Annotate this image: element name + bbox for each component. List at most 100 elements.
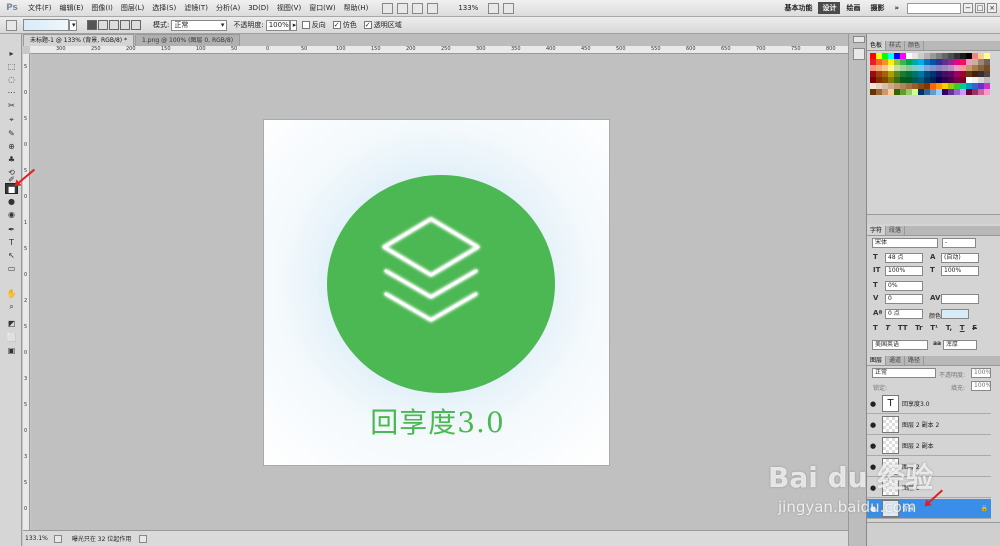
gradient-preview[interactable] xyxy=(23,19,69,31)
menu-image[interactable]: 图像(I) xyxy=(87,3,117,13)
minimize-icon[interactable]: − xyxy=(963,3,973,13)
leading-field[interactable]: (自动) xyxy=(941,253,979,263)
linear-gradient-icon[interactable] xyxy=(87,20,97,30)
quick-select-tool-icon[interactable]: ⋯ xyxy=(5,87,18,98)
minibridge-icon[interactable] xyxy=(397,2,409,14)
anti-alias-select[interactable]: 浑厚 xyxy=(943,340,977,350)
transparency-checkbox[interactable]: ✓ xyxy=(363,21,372,29)
status-info-icon[interactable] xyxy=(53,534,62,543)
status-zoom[interactable]: 133.1% xyxy=(25,535,48,542)
menu-analysis[interactable]: 分析(A) xyxy=(212,3,244,13)
menu-select[interactable]: 选择(S) xyxy=(148,3,180,13)
lasso-tool-icon[interactable]: ◌ xyxy=(5,74,18,85)
underline-icon[interactable]: T xyxy=(960,324,965,333)
vertical-scale-field[interactable]: 100% xyxy=(885,266,923,276)
zoom-tool-icon[interactable] xyxy=(427,2,439,14)
document-canvas[interactable]: 回享度3.0 xyxy=(263,119,610,466)
font-size-field[interactable]: 48 点 xyxy=(885,253,923,263)
menu-edit[interactable]: 编辑(E) xyxy=(56,3,88,13)
small-caps-icon[interactable]: Tr xyxy=(915,324,922,333)
menu-view[interactable]: 视图(V) xyxy=(273,3,305,13)
fill-field[interactable]: 100% xyxy=(971,381,991,391)
tab-paths[interactable]: 路径 xyxy=(905,356,925,365)
reflected-gradient-icon[interactable] xyxy=(120,20,130,30)
color-swatch[interactable] xyxy=(984,89,990,95)
kerning-field[interactable]: 0 xyxy=(885,294,923,304)
workspace-painting[interactable]: 绘画 xyxy=(842,2,864,14)
swatch-grid[interactable] xyxy=(870,53,994,104)
crop-tool-icon[interactable]: ✂ xyxy=(5,100,18,111)
menu-window[interactable]: 窗口(W) xyxy=(305,3,339,13)
close-icon[interactable]: × xyxy=(987,3,997,13)
visibility-eye-icon[interactable]: ● xyxy=(867,400,879,408)
language-select[interactable]: 美国英语 xyxy=(872,340,928,350)
type-tool-icon[interactable]: T xyxy=(5,237,18,248)
tab-1-png[interactable]: 1.png @ 100% (图层 0, RGB/8) xyxy=(135,34,241,46)
workspace-essentials[interactable]: 基本功能 xyxy=(780,2,816,14)
menu-filter[interactable]: 滤镜(T) xyxy=(180,3,212,13)
visibility-eye-icon[interactable]: ● xyxy=(867,442,879,450)
mode-select[interactable]: 正常 ▾ xyxy=(171,19,228,31)
hand-tool-icon[interactable] xyxy=(412,2,424,14)
tab-character[interactable]: 字符 xyxy=(867,226,887,235)
tab-layers[interactable]: 图层 xyxy=(867,356,887,365)
strikethrough-icon[interactable]: F xyxy=(972,324,977,333)
healing-tool-icon[interactable]: ✎ xyxy=(5,128,18,139)
all-caps-icon[interactable]: TT xyxy=(898,324,908,333)
tab-channels[interactable]: 通道 xyxy=(886,356,906,365)
quick-mask-icon[interactable]: ⬜ xyxy=(5,332,18,343)
workspace-design[interactable]: 设计 xyxy=(818,2,841,14)
marquee-tool-icon[interactable]: ⬚ xyxy=(5,61,18,72)
font-family-select[interactable]: 宋体 xyxy=(872,238,938,248)
dodge-tool-icon[interactable]: ◉ xyxy=(5,209,18,220)
workspace-photography[interactable]: 摄影 xyxy=(866,2,888,14)
text-color-swatch[interactable] xyxy=(941,309,969,319)
blur-tool-icon[interactable]: ● xyxy=(5,196,18,207)
tab-styles[interactable]: 样式 xyxy=(886,41,906,50)
subscript-icon[interactable]: T, xyxy=(946,324,952,333)
layer-opacity-field[interactable]: 100% xyxy=(971,368,991,378)
diamond-gradient-icon[interactable] xyxy=(131,20,141,30)
pen-tool-icon[interactable]: ✒ xyxy=(5,224,18,235)
faux-bold-icon[interactable]: T xyxy=(873,324,878,333)
tab-swatches[interactable]: 色板 xyxy=(867,41,887,50)
tracking-percent-field[interactable]: 0% xyxy=(885,281,923,291)
tool-preset-icon[interactable] xyxy=(6,19,17,31)
tracking-field[interactable] xyxy=(941,294,979,304)
dither-checkbox[interactable]: ✓ xyxy=(332,21,341,29)
history-panel-icon[interactable] xyxy=(853,48,865,60)
layer-row[interactable]: ● 图层 2 副本 xyxy=(867,436,991,456)
zoom-tool-icon[interactable]: ⌕ xyxy=(5,301,18,312)
faux-italic-icon[interactable]: T xyxy=(885,324,890,333)
move-tool-icon[interactable]: ▸ xyxy=(5,48,18,59)
opacity-dropdown-icon[interactable]: ▸ xyxy=(289,19,297,31)
horizontal-scale-field[interactable]: 100% xyxy=(941,266,979,276)
color-swatch-icon[interactable]: ◩ xyxy=(5,318,18,329)
layer-row[interactable]: ● T 回享度3.0 xyxy=(867,394,991,414)
menu-layer[interactable]: 图层(L) xyxy=(117,3,148,13)
arrange-documents-icon[interactable] xyxy=(488,2,500,14)
path-select-tool-icon[interactable]: ↖ xyxy=(5,250,18,261)
baseline-shift-field[interactable]: 0 点 xyxy=(885,309,923,319)
reverse-checkbox[interactable] xyxy=(301,21,310,29)
screen-mode-icon[interactable] xyxy=(503,2,515,14)
visibility-eye-icon[interactable]: ● xyxy=(867,421,879,429)
menu-help[interactable]: 帮助(H) xyxy=(340,3,373,13)
bridge-icon[interactable] xyxy=(382,2,394,14)
zoom-level[interactable]: 133% xyxy=(454,4,482,12)
tab-color[interactable]: 颜色 xyxy=(905,41,925,50)
stamp-tool-icon[interactable]: ♣ xyxy=(5,154,18,165)
hand-tool-icon[interactable]: ✋ xyxy=(5,288,18,299)
radial-gradient-icon[interactable] xyxy=(98,20,108,30)
screen-mode-icon[interactable]: ▣ xyxy=(5,345,18,356)
font-style-select[interactable]: - xyxy=(942,238,976,248)
superscript-icon[interactable]: T¹ xyxy=(930,324,938,333)
brush-tool-icon[interactable]: ⊕ xyxy=(5,141,18,152)
panel-collapse-icon[interactable] xyxy=(853,36,865,43)
tab-paragraph[interactable]: 段落 xyxy=(886,226,906,235)
angle-gradient-icon[interactable] xyxy=(109,20,119,30)
shape-tool-icon[interactable]: ▭ xyxy=(5,263,18,274)
search-field[interactable] xyxy=(907,2,961,14)
layer-row[interactable]: ● 图层 2 副本 2 xyxy=(867,415,991,435)
eyedropper-tool-icon[interactable]: ⌖ xyxy=(5,114,18,125)
